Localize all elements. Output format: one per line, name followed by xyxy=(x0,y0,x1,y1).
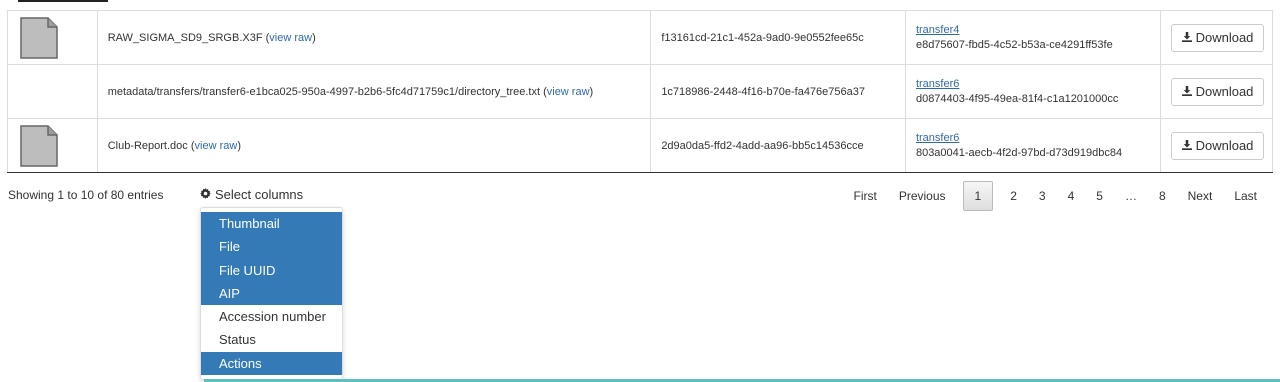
column-option-thumbnail[interactable]: Thumbnail xyxy=(201,212,342,236)
column-option-accession-number[interactable]: Accession number xyxy=(201,305,342,328)
aip-cell: transfer4 e8d75607-fbd5-4c52-b53a-ce4291f… xyxy=(904,10,1161,65)
column-option-file-uuid[interactable]: File UUID xyxy=(201,258,342,282)
thumbnail-cell xyxy=(7,118,98,173)
aip-uuid: 803a0041-aecb-4f2d-97bd-d73d919dbc84 xyxy=(915,147,1123,159)
view-raw-link[interactable]: view raw xyxy=(195,140,238,152)
table-row: RAW_SIGMA_SD9_SRGB.X3F (view raw) f13161c… xyxy=(7,10,1274,65)
file-name: Club-Report.doc xyxy=(107,139,188,152)
select-columns-label: Select columns xyxy=(215,187,304,202)
actions-cell: Download xyxy=(1159,118,1274,173)
file-cell: RAW_SIGMA_SD9_SRGB.X3F (view raw) xyxy=(96,10,652,65)
pagination-page[interactable]: 2 xyxy=(999,182,1028,210)
view-raw-link[interactable]: view raw xyxy=(547,86,590,98)
download-button[interactable]: Download xyxy=(1170,131,1265,160)
files-table: RAW_SIGMA_SD9_SRGB.X3F (view raw) f13161c… xyxy=(7,10,1274,173)
download-button[interactable]: Download xyxy=(1170,77,1265,106)
pagination-last[interactable]: Last xyxy=(1223,182,1268,210)
pagination-page[interactable]: 3 xyxy=(1028,182,1057,210)
download-label: Download xyxy=(1195,138,1254,153)
file-uuid-cell: f13161cd-21c1-452a-9ad0-9e0552fee65c xyxy=(650,10,906,65)
aip-uuid: e8d75607-fbd5-4c52-b53a-ce4291ff53fe xyxy=(915,39,1113,51)
file-name: RAW_SIGMA_SD9_SRGB.X3F xyxy=(107,31,263,44)
aip-cell: transfer6 d0874403-4f95-49ea-81f4-c1a1201… xyxy=(904,64,1161,119)
columns-dropdown-menu: Thumbnail File File UUID AIP Accession numbe… xyxy=(200,207,343,381)
file-name: metadata/transfers/transfer6-e1bca025-95… xyxy=(107,85,541,98)
column-option-actions[interactable]: Actions xyxy=(201,351,342,376)
pagination-next[interactable]: Next xyxy=(1177,182,1224,210)
thumbnail-cell xyxy=(7,64,98,119)
column-option-file[interactable]: File xyxy=(201,235,342,259)
pagination-page[interactable]: 1 xyxy=(962,181,994,211)
table-row: Club-Report.doc (view raw) 2d9a0da5-ffd2-… xyxy=(7,118,1274,173)
file-uuid-cell: 1c718986-2448-4f16-b70e-fa476e756a37 xyxy=(650,64,906,119)
gear-icon xyxy=(200,187,211,202)
table-row: metadata/transfers/transfer6-e1bca025-95… xyxy=(7,64,1274,119)
active-tab-underline xyxy=(18,0,108,2)
aip-link[interactable]: transfer6 xyxy=(916,132,1150,144)
file-cell: Club-Report.doc (view raw) xyxy=(96,118,652,173)
aip-cell: transfer6 803a0041-aecb-4f2d-97bd-d73d919… xyxy=(904,118,1161,173)
view-raw-link[interactable]: view raw xyxy=(269,32,312,44)
actions-cell: Download xyxy=(1159,10,1274,65)
pagination-ellipsis: … xyxy=(1124,189,1137,203)
generic-file-icon[interactable] xyxy=(20,124,58,167)
pagination-previous[interactable]: Previous xyxy=(888,182,957,210)
download-icon xyxy=(1181,84,1192,99)
download-icon xyxy=(1181,30,1192,45)
select-columns-button[interactable]: Select columns xyxy=(200,187,303,202)
aip-uuid: d0874403-4f95-49ea-81f4-c1a1201000cc xyxy=(915,93,1119,105)
generic-file-icon[interactable] xyxy=(20,16,58,59)
pagination-first[interactable]: First xyxy=(842,182,887,210)
column-option-aip[interactable]: AIP xyxy=(201,281,342,306)
download-label: Download xyxy=(1195,84,1254,99)
pagination-page[interactable]: 8 xyxy=(1148,182,1177,210)
pagination-page[interactable]: 5 xyxy=(1085,182,1114,210)
aip-link[interactable]: transfer4 xyxy=(916,24,1150,36)
download-label: Download xyxy=(1195,30,1254,45)
aip-link[interactable]: transfer6 xyxy=(916,78,1150,90)
pagination: First Previous 1 2 3 4 5 … 8 Next Last xyxy=(842,181,1268,211)
file-cell: metadata/transfers/transfer6-e1bca025-95… xyxy=(96,64,652,119)
column-option-status[interactable]: Status xyxy=(201,328,342,351)
thumbnail-cell xyxy=(7,10,98,65)
pagination-page[interactable]: 4 xyxy=(1057,182,1086,210)
entries-info: Showing 1 to 10 of 80 entries xyxy=(8,188,164,202)
download-icon xyxy=(1181,138,1192,153)
download-button[interactable]: Download xyxy=(1170,23,1265,52)
file-uuid-cell: 2d9a0da5-ffd2-4add-aa96-bb5c14536cce xyxy=(650,118,906,173)
actions-cell: Download xyxy=(1159,64,1274,119)
